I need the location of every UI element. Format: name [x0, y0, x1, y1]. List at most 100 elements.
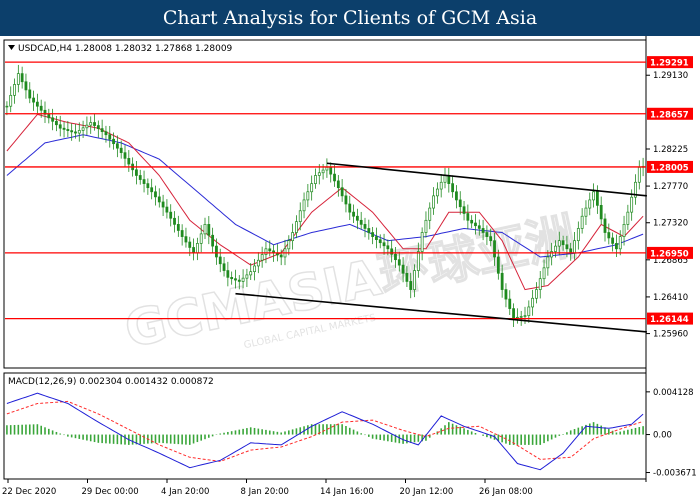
candle-body — [508, 298, 512, 309]
candle-body — [211, 234, 215, 247]
candle-body — [245, 274, 249, 279]
candle-body — [489, 236, 493, 242]
candle-body — [234, 278, 237, 281]
candle-body — [333, 173, 336, 182]
candle-body — [394, 253, 397, 261]
candle-body — [630, 196, 634, 213]
candle-body — [47, 113, 51, 119]
candle-body — [77, 130, 81, 134]
candle-body — [306, 191, 310, 201]
candle-body — [157, 196, 161, 203]
candle-body — [470, 219, 474, 224]
candle-body — [386, 245, 390, 250]
candle-body — [230, 277, 234, 280]
level-label: 1.28005 — [650, 163, 689, 173]
candle-body — [119, 147, 123, 154]
candle-body — [295, 221, 298, 233]
candle-body — [207, 224, 211, 236]
candle-body — [81, 127, 85, 131]
candle-body — [603, 218, 607, 233]
candle-body — [222, 263, 226, 271]
candle-body — [626, 211, 630, 225]
candle-body — [557, 240, 561, 247]
candle-body — [474, 222, 477, 227]
candle-body — [416, 251, 420, 271]
candle-body — [268, 248, 272, 252]
candle-body — [622, 224, 626, 237]
candle-body — [485, 232, 489, 237]
candle-body — [93, 122, 96, 126]
candle-body — [355, 215, 359, 221]
macd-tick-label: 0.004128 — [653, 388, 694, 398]
candle-body — [336, 180, 340, 189]
candle-body — [256, 259, 260, 267]
candle-body — [466, 213, 470, 221]
candle-body — [359, 219, 363, 225]
candle-body — [298, 210, 302, 223]
time-tick-label: 20 Jan 12:00 — [400, 487, 454, 497]
candle-body — [28, 89, 32, 99]
candle-body — [35, 101, 39, 107]
candle-body — [195, 243, 199, 254]
candle-body — [85, 124, 89, 129]
candle-body — [142, 179, 146, 184]
candle-body — [561, 240, 565, 246]
time-tick-label: 29 Dec 00:00 — [82, 487, 139, 497]
candle-body — [397, 259, 401, 266]
candle-body — [184, 236, 188, 243]
candle-body — [382, 242, 386, 247]
price-tick-label: 1.28225 — [653, 145, 688, 155]
candle-body — [504, 289, 508, 300]
candle-body — [302, 199, 306, 212]
candle-body — [584, 207, 588, 217]
macd-tick-label: -0.003671 — [653, 469, 697, 479]
candle-body — [173, 217, 176, 225]
level-label: 1.28657 — [650, 110, 689, 120]
chart-canvas: GCMASIA环球亚洲 GLOBAL CAPITAL MARKETS 1.291… — [0, 36, 700, 500]
candle-body — [375, 236, 378, 241]
candle-body — [527, 306, 531, 317]
candle-body — [74, 131, 77, 134]
candle-body — [447, 175, 451, 184]
candle-body — [554, 245, 557, 252]
candle-body — [611, 237, 615, 244]
candle-body — [253, 265, 256, 272]
candle-body — [367, 228, 371, 233]
candle-body — [500, 272, 504, 290]
candle-body — [279, 254, 283, 258]
candle-body — [192, 247, 195, 254]
candle-body — [401, 264, 405, 274]
candle-body — [188, 241, 192, 248]
candle-body — [573, 240, 576, 254]
candle-body — [89, 122, 93, 126]
candle-body — [428, 207, 432, 221]
candle-body — [580, 215, 584, 229]
banner-title: Chart Analysis for Clients of GCM Asia — [162, 7, 538, 29]
candle-body — [348, 203, 352, 213]
candle-body — [519, 316, 523, 318]
candle-body — [340, 187, 344, 197]
candle-body — [58, 124, 62, 129]
time-tick-label: 8 Jan 20:00 — [241, 487, 289, 497]
candle-body — [66, 129, 70, 132]
candle-body — [176, 224, 180, 231]
candle-body — [443, 175, 447, 183]
candle-body — [523, 315, 527, 317]
candle-body — [615, 243, 618, 250]
candle-body — [104, 131, 108, 136]
candle-body — [595, 191, 599, 206]
candle-body — [424, 219, 428, 233]
candle-body — [310, 183, 314, 193]
candle-body — [329, 166, 333, 175]
macd-tick-label: 0.00 — [653, 431, 672, 441]
candle-body — [588, 199, 592, 209]
candle-body — [203, 224, 207, 235]
candle-body — [51, 117, 55, 122]
candle-body — [249, 271, 253, 276]
candle-body — [455, 191, 458, 201]
candle-body — [344, 195, 348, 205]
level-label: 1.26144 — [650, 315, 689, 325]
time-tick-label: 14 Jan 16:00 — [320, 487, 374, 497]
candle-body — [378, 239, 382, 244]
candle-body — [20, 73, 24, 83]
